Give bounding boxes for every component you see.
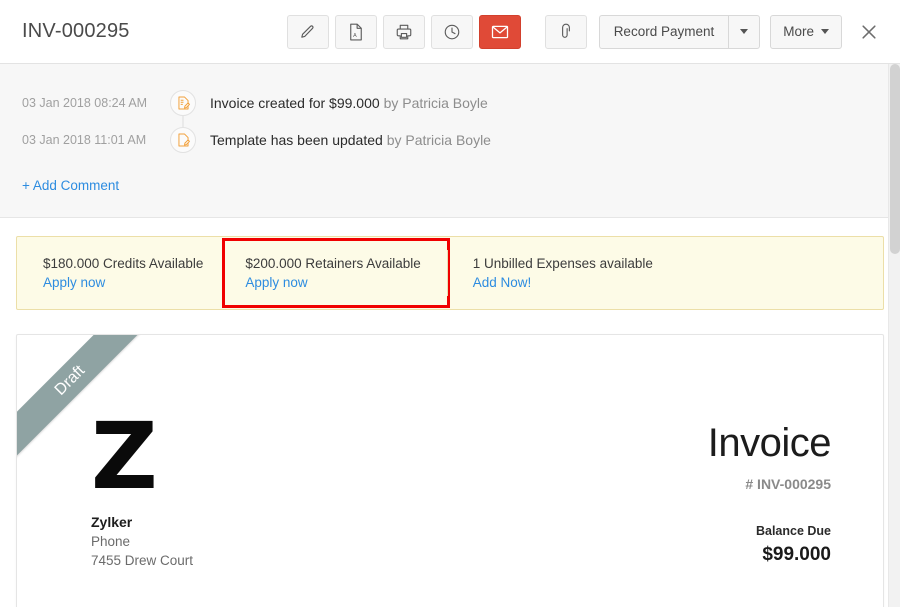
close-button[interactable] (854, 17, 884, 47)
timeline-connector (183, 116, 184, 128)
notice-title: $200.000 Retainers Available (245, 256, 420, 271)
close-icon (859, 22, 879, 42)
print-button[interactable] (383, 15, 425, 49)
notice-item-retainers: $200.000 Retainers Available Apply now (225, 241, 446, 305)
notice-banner: $180.000 Credits Available Apply now $20… (16, 236, 884, 310)
invoice-detail-page: INV-000295 A (0, 0, 900, 607)
vertical-scrollbar[interactable] (888, 64, 900, 607)
invoice-meta-block: Invoice # INV-000295 Balance Due $99.000 (708, 413, 831, 568)
timeline-icon-badge (170, 127, 196, 153)
edit-button[interactable] (287, 15, 329, 49)
timeline-entry: 03 Jan 2018 11:01 AM Template has been u… (0, 121, 900, 158)
balance-due-amount: $99.000 (708, 544, 831, 566)
document-edit-icon (177, 133, 190, 147)
invoice-heading: Invoice (708, 423, 831, 463)
history-button[interactable] (431, 15, 473, 49)
timeline-icon-wrap (160, 127, 206, 153)
edit-icon (299, 23, 316, 40)
chevron-down-icon (740, 29, 748, 34)
notice-banner-wrap: $180.000 Credits Available Apply now $20… (0, 218, 900, 310)
activity-timeline: 03 Jan 2018 08:24 AM Invoice created for… (0, 64, 900, 218)
notice-title: $180.000 Credits Available (43, 256, 203, 271)
timeline-icon-wrap (160, 90, 206, 116)
timeline-text: Template has been updated by Patricia Bo… (206, 132, 491, 148)
clock-icon (443, 23, 461, 41)
balance-due-label: Balance Due (708, 524, 831, 538)
header-toolbar: A (287, 15, 884, 49)
paperclip-icon (558, 23, 574, 41)
invoice-preview-wrap: Draft Z Zylker Phone 7455 Drew Court Inv… (0, 310, 900, 607)
company-logo: Z (91, 413, 193, 500)
invoice-number: # INV-000295 (708, 476, 831, 492)
apply-credits-link[interactable]: Apply now (43, 275, 203, 290)
timeline-entry: 03 Jan 2018 08:24 AM Invoice created for… (0, 84, 900, 121)
scrollbar-thumb[interactable] (890, 64, 900, 254)
page-header: INV-000295 A (0, 0, 900, 64)
chevron-down-icon (821, 29, 829, 34)
pdf-icon: A (348, 23, 364, 41)
timeline-message: Invoice created for $99.000 (210, 95, 380, 111)
notice-item-unbilled-expenses: 1 Unbilled Expenses available Add Now! (447, 250, 675, 296)
document-edit-icon (177, 96, 190, 110)
record-payment-button[interactable]: Record Payment (599, 15, 729, 49)
record-payment-split-button: Record Payment (599, 15, 761, 49)
notice-item-credits: $180.000 Credits Available Apply now (17, 250, 225, 296)
add-comment-link[interactable]: + Add Comment (0, 178, 119, 193)
apply-retainers-link[interactable]: Apply now (245, 275, 420, 290)
svg-text:A: A (353, 32, 357, 38)
timeline-text: Invoice created for $99.000 by Patricia … (206, 95, 488, 111)
pdf-button[interactable]: A (335, 15, 377, 49)
company-phone-label: Phone (91, 534, 193, 549)
invoice-preview-card: Draft Z Zylker Phone 7455 Drew Court Inv… (16, 334, 884, 607)
envelope-icon (491, 24, 509, 40)
company-name: Zylker (91, 514, 193, 530)
timeline-author: by Patricia Boyle (384, 95, 488, 111)
print-icon (395, 23, 413, 41)
invoice-body: Z Zylker Phone 7455 Drew Court Invoice #… (17, 335, 883, 568)
company-address: 7455 Drew Court (91, 553, 193, 568)
record-payment-dropdown-button[interactable] (728, 15, 760, 49)
more-button[interactable]: More (770, 15, 842, 49)
more-label: More (783, 24, 814, 39)
add-expenses-link[interactable]: Add Now! (473, 275, 653, 290)
timeline-icon-badge (170, 90, 196, 116)
notice-title: 1 Unbilled Expenses available (473, 256, 653, 271)
timeline-author: by Patricia Boyle (387, 132, 491, 148)
page-title: INV-000295 (22, 20, 130, 43)
timeline-timestamp: 03 Jan 2018 08:24 AM (0, 96, 160, 110)
company-block: Z Zylker Phone 7455 Drew Court (69, 413, 193, 568)
timeline-timestamp: 03 Jan 2018 11:01 AM (0, 133, 160, 147)
icon-button-group: A (287, 15, 587, 49)
attachment-button[interactable] (545, 15, 587, 49)
email-button[interactable] (479, 15, 521, 49)
timeline-message: Template has been updated (210, 132, 383, 148)
